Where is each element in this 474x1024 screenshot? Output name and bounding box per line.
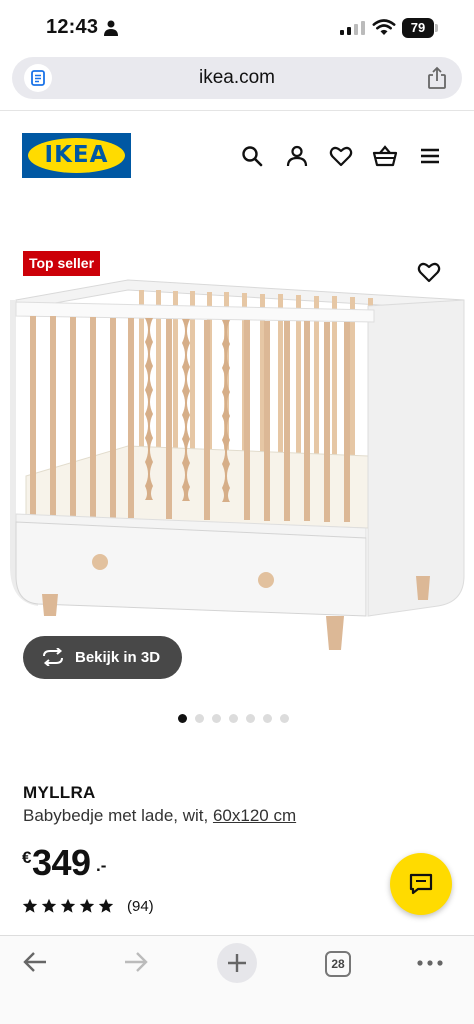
person-icon bbox=[104, 20, 118, 36]
top-seller-badge: Top seller bbox=[23, 251, 100, 276]
price-amount: 349 bbox=[32, 842, 91, 883]
carousel-dot[interactable] bbox=[229, 714, 238, 723]
battery-indicator: 79 bbox=[402, 18, 438, 38]
chat-button[interactable] bbox=[390, 853, 452, 915]
plus-icon bbox=[228, 954, 246, 972]
logo-text: IKEA bbox=[44, 142, 109, 168]
cellular-signal-icon bbox=[340, 21, 365, 35]
price-suffix: .- bbox=[96, 856, 107, 875]
forward-arrow-icon[interactable] bbox=[123, 950, 149, 974]
image-carousel-indicators[interactable] bbox=[178, 714, 289, 724]
rotate-3d-icon bbox=[43, 648, 63, 666]
star-icon bbox=[41, 898, 57, 913]
battery-level: 79 bbox=[402, 18, 434, 38]
status-bar: 12:43 79 bbox=[0, 0, 474, 52]
wifi-icon bbox=[372, 19, 396, 35]
product-description-text: Babybedje met lade, wit, bbox=[23, 806, 213, 825]
star-icon bbox=[98, 898, 114, 913]
price-currency: € bbox=[22, 848, 32, 867]
menu-icon[interactable] bbox=[418, 144, 442, 168]
review-count[interactable]: (94) bbox=[127, 898, 154, 915]
tab-switcher-button[interactable]: 28 bbox=[325, 951, 351, 977]
url-text[interactable]: ikea.com bbox=[12, 67, 462, 89]
share-icon[interactable] bbox=[426, 66, 448, 90]
back-arrow-icon[interactable] bbox=[22, 950, 48, 974]
search-icon[interactable] bbox=[240, 144, 264, 168]
star-icon bbox=[22, 898, 38, 913]
divider bbox=[0, 110, 474, 111]
view-3d-label: Bekijk in 3D bbox=[75, 649, 161, 666]
carousel-dot[interactable] bbox=[263, 714, 272, 723]
carousel-dot[interactable] bbox=[178, 714, 187, 723]
favorite-heart-icon[interactable] bbox=[417, 261, 441, 283]
carousel-dot[interactable] bbox=[246, 714, 255, 723]
rating-stars[interactable] bbox=[22, 898, 114, 914]
carousel-dot[interactable] bbox=[280, 714, 289, 723]
carousel-dot[interactable] bbox=[212, 714, 221, 723]
product-description: Babybedje met lade, wit, 60x120 cm bbox=[23, 806, 296, 826]
address-bar[interactable]: ikea.com bbox=[12, 57, 462, 99]
chat-icon bbox=[409, 873, 433, 895]
browser-toolbar: 28 bbox=[0, 935, 474, 1024]
basket-icon[interactable] bbox=[372, 144, 398, 168]
product-size-link[interactable]: 60x120 cm bbox=[213, 806, 296, 825]
status-time: 12:43 bbox=[46, 16, 99, 38]
carousel-dot[interactable] bbox=[195, 714, 204, 723]
heart-icon[interactable] bbox=[329, 144, 353, 168]
more-options-icon[interactable] bbox=[417, 960, 443, 966]
view-3d-button[interactable]: Bekijk in 3D bbox=[23, 636, 182, 679]
user-icon[interactable] bbox=[285, 144, 309, 168]
star-icon bbox=[79, 898, 95, 913]
star-icon bbox=[60, 898, 76, 913]
new-tab-button[interactable] bbox=[217, 943, 257, 983]
product-image[interactable] bbox=[8, 276, 466, 654]
product-name[interactable]: MYLLRA bbox=[23, 783, 96, 803]
ikea-logo[interactable]: IKEA bbox=[22, 133, 131, 178]
